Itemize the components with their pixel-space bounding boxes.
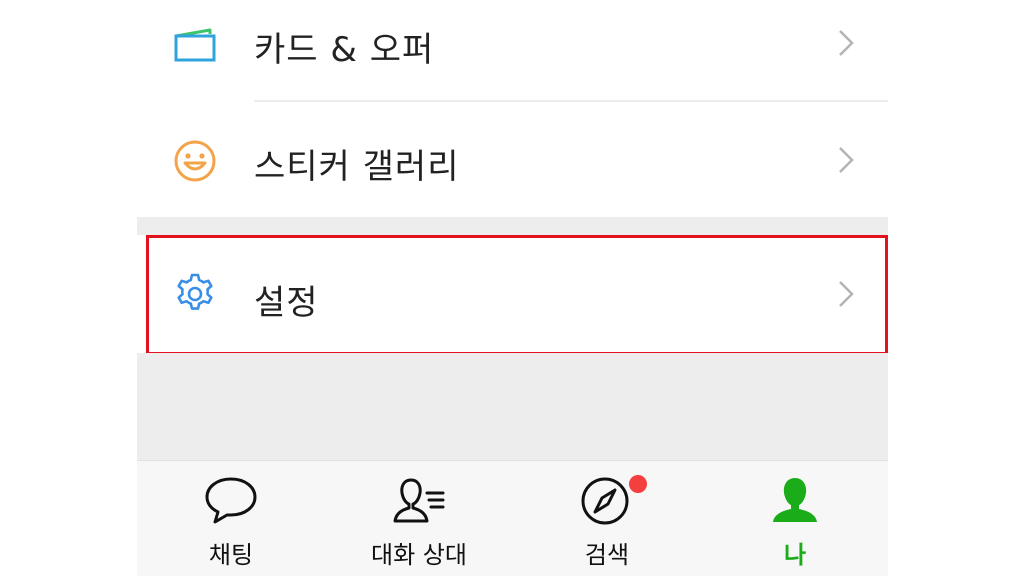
- notification-dot: [629, 475, 647, 493]
- menu-item-settings[interactable]: 설정: [137, 235, 888, 353]
- tab-label: 나: [783, 541, 807, 569]
- chevron-right-icon: [839, 30, 854, 56]
- menu-item-card-offers[interactable]: 카드 & 오퍼: [137, 0, 888, 101]
- tab-label: 채팅: [208, 541, 254, 569]
- gear-icon: [177, 273, 213, 310]
- sticker-smile-icon: [174, 140, 216, 182]
- section-gap: [137, 217, 888, 235]
- menu-item-label: 설정: [254, 283, 319, 323]
- tab-label: 검색: [584, 541, 630, 569]
- tab-contacts[interactable]: 대화 상대: [325, 461, 513, 576]
- tab-discover[interactable]: 검색: [513, 461, 701, 576]
- menu-item-sticker-gallery[interactable]: 스티커 갤러리: [137, 102, 888, 217]
- section-gap: [137, 353, 888, 460]
- person-icon: [773, 478, 817, 522]
- contacts-icon: [393, 478, 445, 523]
- menu-item-label: 카드 & 오퍼: [254, 30, 435, 70]
- chat-bubble-icon: [205, 477, 257, 524]
- bottom-tab-bar: 채팅 대화 상대 검색 나: [137, 460, 888, 576]
- tab-chats[interactable]: 채팅: [137, 461, 325, 576]
- chevron-right-icon: [839, 147, 854, 173]
- card-icon: [174, 28, 216, 62]
- tab-label: 대화 상대: [371, 541, 467, 569]
- me-screen: 카드 & 오퍼 스티커 갤러리 설정 채팅 대화 상대 검색 나: [137, 0, 888, 576]
- tab-me[interactable]: 나: [701, 461, 888, 576]
- compass-icon: [581, 477, 629, 525]
- chevron-right-icon: [839, 281, 854, 307]
- menu-item-label: 스티커 갤러리: [254, 147, 460, 187]
